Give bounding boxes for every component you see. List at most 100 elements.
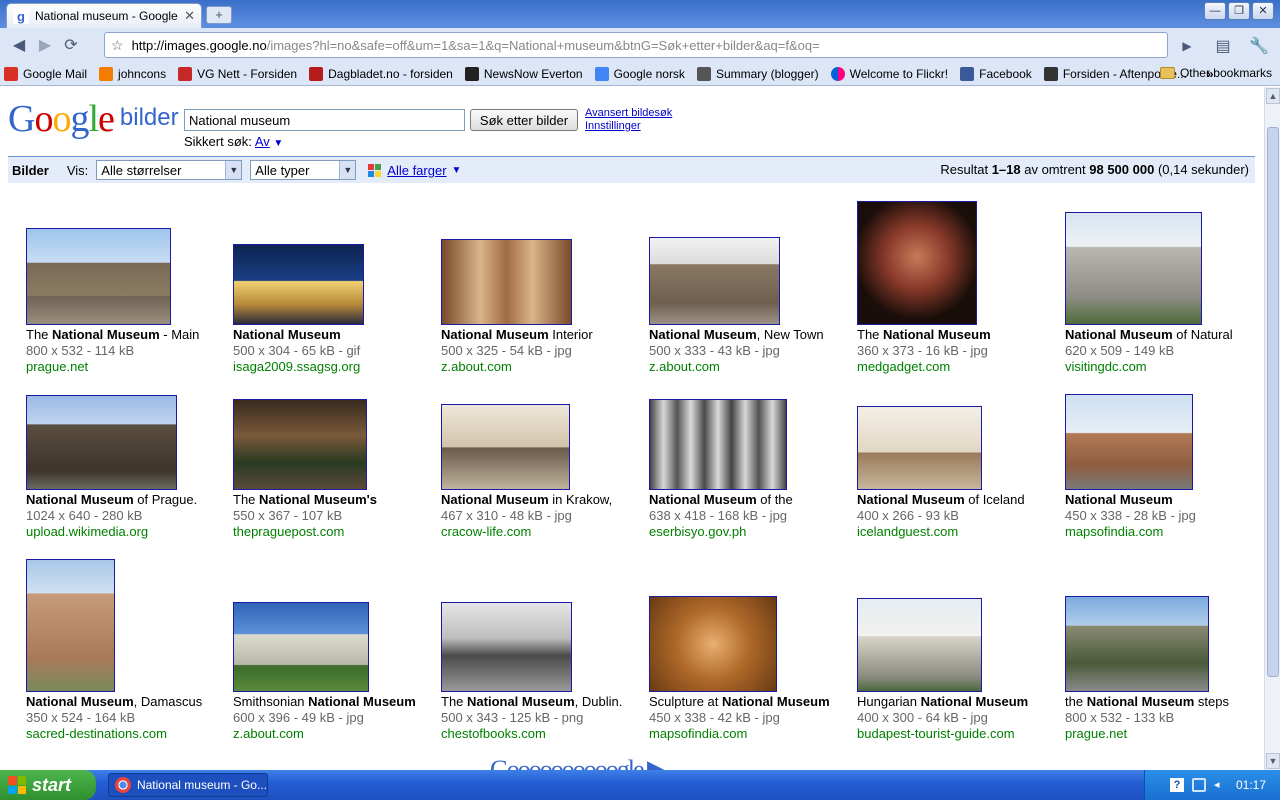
result-site[interactable]: chestofbooks.com: [441, 726, 649, 742]
result-title[interactable]: The National Museum, Dublin.: [441, 694, 649, 710]
bookmark-item[interactable]: Google Mail: [4, 66, 87, 81]
back-arrow-icon[interactable]: ◀: [6, 32, 32, 58]
result-site[interactable]: isaga2009.ssagsg.org: [233, 359, 441, 375]
result-site[interactable]: upload.wikimedia.org: [26, 524, 234, 540]
result-title[interactable]: National Museum, Damascus: [26, 694, 234, 710]
tab-national-museum[interactable]: g National museum - Google ... ✕: [6, 3, 202, 28]
result-thumbnail[interactable]: [857, 598, 982, 692]
result-site[interactable]: prague.net: [1065, 726, 1264, 742]
bookmark-item[interactable]: johncons: [99, 66, 166, 81]
result-thumbnail[interactable]: [1065, 394, 1193, 490]
result-site[interactable]: cracow-life.com: [441, 524, 649, 540]
result-title[interactable]: National Museum in Krakow,: [441, 492, 649, 508]
result-site[interactable]: prague.net: [26, 359, 234, 375]
result-thumbnail[interactable]: [441, 239, 572, 325]
result-site[interactable]: sacred-destinations.com: [26, 726, 234, 742]
result-thumbnail[interactable]: [1065, 596, 1209, 692]
result-caption: The National Museum, Dublin. 500 x 343 - …: [441, 694, 649, 742]
result-site[interactable]: thepraguepost.com: [233, 524, 441, 540]
result-title[interactable]: National Museum of Natural: [1065, 327, 1264, 343]
pagination-logo[interactable]: Goooooooooogle ▶: [490, 755, 667, 770]
bookmark-item[interactable]: Summary (blogger): [696, 66, 819, 81]
result-site[interactable]: budapest-tourist-guide.com: [857, 726, 1065, 742]
bookmark-item[interactable]: Welcome to Flickr!: [830, 66, 948, 81]
scrollbar-thumb[interactable]: [1267, 127, 1279, 677]
minimize-button[interactable]: —: [1204, 2, 1226, 20]
vertical-scrollbar[interactable]: ▲ ▼: [1264, 87, 1280, 770]
result-title[interactable]: National Museum: [233, 327, 441, 343]
bookmark-item[interactable]: VG Nett - Forsiden: [178, 66, 297, 81]
result-title[interactable]: National Museum, New Town: [649, 327, 857, 343]
chevron-down-icon[interactable]: ▼: [452, 165, 462, 176]
result-title[interactable]: Hungarian National Museum: [857, 694, 1065, 710]
bookmark-item[interactable]: Google norsk: [594, 66, 685, 81]
result-thumbnail[interactable]: [26, 559, 115, 692]
search-input[interactable]: [184, 109, 465, 131]
network-icon[interactable]: [1191, 778, 1206, 792]
safe-search-value[interactable]: Av: [255, 134, 270, 149]
result-thumbnail[interactable]: [1065, 212, 1202, 325]
settings-link[interactable]: Innstillinger: [585, 120, 672, 133]
result-thumbnail[interactable]: [233, 399, 367, 490]
result-site[interactable]: visitingdc.com: [1065, 359, 1264, 375]
go-arrow-icon[interactable]: ▶: [1172, 33, 1202, 59]
reload-icon[interactable]: ⟳: [58, 32, 84, 58]
other-bookmarks[interactable]: Other bookmarks: [1159, 66, 1272, 80]
result-thumbnail[interactable]: [233, 602, 369, 692]
result-thumbnail[interactable]: [441, 602, 572, 692]
result-title[interactable]: Smithsonian National Museum: [233, 694, 441, 710]
result-title[interactable]: National Museum of Iceland: [857, 492, 1065, 508]
result-title[interactable]: The National Museum - Main: [26, 327, 234, 343]
type-select[interactable]: Alle typer ▼: [250, 160, 357, 180]
result-title[interactable]: The National Museum: [857, 327, 1065, 343]
help-icon[interactable]: ?: [1169, 778, 1184, 792]
volume-icon[interactable]: ◂: [1214, 778, 1228, 792]
result-thumbnail[interactable]: [26, 395, 177, 490]
bookmark-item[interactable]: Dagbladet.no - forsiden: [309, 66, 453, 81]
result-thumbnail[interactable]: [857, 406, 982, 490]
bookmark-star-icon[interactable]: ☆: [111, 37, 124, 54]
result-site[interactable]: mapsofindia.com: [649, 726, 857, 742]
wrench-menu-icon[interactable]: 🔧: [1244, 33, 1274, 59]
start-button[interactable]: start: [0, 770, 96, 800]
result-thumbnail[interactable]: [649, 237, 780, 325]
advanced-search-link[interactable]: Avansert bildesøk: [585, 107, 672, 120]
result-title[interactable]: the National Museum steps: [1065, 694, 1264, 710]
result-title[interactable]: National Museum: [1065, 492, 1264, 508]
scroll-up-icon[interactable]: ▲: [1266, 88, 1280, 104]
page-menu-icon[interactable]: ▤: [1208, 33, 1238, 59]
result-title[interactable]: The National Museum's: [233, 492, 441, 508]
forward-arrow-icon[interactable]: ▶: [32, 32, 58, 58]
result-title[interactable]: National Museum of the: [649, 492, 857, 508]
size-select[interactable]: Alle størrelser ▼: [96, 160, 243, 180]
result-site[interactable]: medgadget.com: [857, 359, 1065, 375]
search-button[interactable]: Søk etter bilder: [470, 109, 578, 131]
result-site[interactable]: eserbisyo.gov.ph: [649, 524, 857, 540]
tab-close-icon[interactable]: ✕: [184, 8, 195, 24]
taskbar-item-chrome[interactable]: National museum - Go...: [108, 773, 268, 797]
result-title[interactable]: National Museum of Prague.: [26, 492, 234, 508]
bookmark-item[interactable]: Facebook: [960, 66, 1032, 81]
result-site[interactable]: icelandguest.com: [857, 524, 1065, 540]
color-filter-link[interactable]: Alle farger: [387, 163, 446, 178]
result-thumbnail[interactable]: [26, 228, 171, 325]
result-thumbnail[interactable]: [649, 596, 777, 692]
chevron-down-icon[interactable]: ▼: [273, 138, 283, 149]
result-title[interactable]: Sculpture at National Museum: [649, 694, 857, 710]
result-site[interactable]: z.about.com: [441, 359, 649, 375]
result-thumbnail[interactable]: [649, 399, 787, 490]
scroll-down-icon[interactable]: ▼: [1266, 753, 1280, 769]
result-thumbnail[interactable]: [233, 244, 364, 325]
google-logo[interactable]: Google bilder: [8, 97, 179, 141]
close-window-button[interactable]: ✕: [1252, 2, 1274, 20]
result-thumbnail[interactable]: [441, 404, 570, 490]
maximize-button[interactable]: ❐: [1228, 2, 1250, 20]
result-site[interactable]: z.about.com: [649, 359, 857, 375]
address-bar[interactable]: ☆ http://images.google.no/images?hl=no&s…: [104, 32, 1168, 58]
result-site[interactable]: mapsofindia.com: [1065, 524, 1264, 540]
result-title[interactable]: National Museum Interior: [441, 327, 649, 343]
result-site[interactable]: z.about.com: [233, 726, 441, 742]
new-tab-button[interactable]: +: [206, 6, 232, 24]
bookmark-item[interactable]: NewsNow Everton: [464, 66, 583, 81]
result-thumbnail[interactable]: [857, 201, 977, 325]
